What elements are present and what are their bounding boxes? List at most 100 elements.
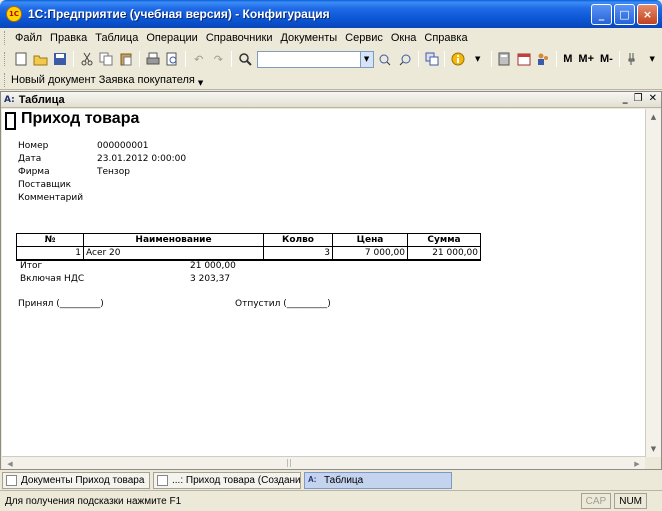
scroll-down-icon[interactable]: ▼ — [648, 443, 659, 455]
open-folder-icon[interactable] — [33, 51, 49, 67]
cut-icon[interactable] — [79, 51, 95, 67]
save-icon[interactable] — [53, 51, 69, 67]
field-label-firm: Фирма — [18, 167, 50, 177]
toolbar-separator — [185, 51, 186, 67]
toolbar-separator — [73, 51, 75, 67]
menu-file[interactable]: Файл — [11, 32, 46, 44]
standard-toolbar: ↶ ↷ ▼ ▼ М М+ М- ▼ — [0, 48, 662, 70]
window-tab-label: ...: Приход товара (Создани... — [172, 475, 301, 486]
minimize-button[interactable]: _ — [591, 4, 612, 25]
document-list-icon — [6, 475, 17, 486]
child-restore-button[interactable]: ❐ — [634, 93, 643, 104]
menu-service[interactable]: Сервис — [341, 32, 387, 44]
horizontal-scrollbar[interactable]: ◀ ▶ — [2, 456, 645, 469]
new-document-button[interactable]: Новый документ Заявка покупателя — [11, 74, 195, 86]
calculator-icon[interactable] — [497, 51, 513, 67]
toolbar-grip[interactable] — [4, 52, 7, 66]
table-window-title: Таблица — [18, 93, 65, 106]
toolbar-grip[interactable] — [4, 72, 7, 87]
paste-icon[interactable] — [118, 51, 134, 67]
vertical-scrollbar[interactable]: ▲ ▼ — [645, 109, 661, 457]
menu-table[interactable]: Таблица — [91, 32, 142, 44]
document-toolbar: Новый документ Заявка покупателя ▼ — [0, 70, 662, 90]
spreadsheet-icon: A: — [308, 475, 317, 484]
scroll-right-icon[interactable]: ▶ — [631, 458, 643, 469]
field-value-firm: Тензор — [97, 167, 130, 177]
field-label-number: Номер — [18, 141, 49, 151]
print-icon[interactable] — [145, 51, 161, 67]
toolbar-separator — [490, 51, 492, 67]
menu-operations[interactable]: Операции — [142, 32, 201, 44]
memory-button[interactable]: М — [563, 53, 572, 65]
table-cell: 3 — [263, 246, 333, 260]
scroll-up-icon[interactable]: ▲ — [648, 111, 659, 123]
title-bar: 1C 1С:Предприятие (учебная версия) - Кон… — [0, 0, 662, 28]
menu-help[interactable]: Справка — [420, 32, 471, 44]
window-tab-documents[interactable]: Документы Приход товара — [2, 472, 150, 489]
menu-windows[interactable]: Окна — [387, 32, 421, 44]
table-window-titlebar: A: Таблица _ ❐ ✕ — [1, 92, 661, 108]
users-icon[interactable] — [536, 51, 552, 67]
copy-icon[interactable] — [99, 51, 115, 67]
info-icon[interactable] — [450, 51, 466, 67]
spreadsheet-area[interactable]: Приход товара Номер 000000001 Дата 23.01… — [2, 109, 645, 457]
toolbar-separator — [444, 51, 446, 67]
table-window: A: Таблица _ ❐ ✕ Приход товара Номер 000… — [0, 91, 662, 470]
find-next-icon[interactable] — [378, 51, 394, 67]
field-label-comment: Комментарий — [18, 193, 84, 203]
scroll-thumb-grip[interactable] — [287, 459, 291, 467]
window-tab-table[interactable]: A: Таблица — [304, 472, 452, 489]
menu-bar: Файл Правка Таблица Операции Справочники… — [0, 28, 662, 48]
toolbar-separator — [138, 51, 140, 67]
chevron-down-icon[interactable]: ▼ — [198, 79, 203, 87]
chevron-down-icon[interactable]: ▼ — [470, 51, 486, 67]
column-header: Сумма — [407, 233, 481, 247]
menu-catalogs[interactable]: Справочники — [202, 32, 277, 44]
window-tab-document-form[interactable]: ...: Приход товара (Создани... — [153, 472, 301, 489]
search-dropdown-icon[interactable]: ▼ — [359, 51, 373, 67]
scroll-left-icon[interactable]: ◀ — [4, 458, 16, 469]
find-previous-icon[interactable] — [397, 51, 413, 67]
document-title: Приход товара — [21, 110, 140, 127]
toolbar-separator — [417, 51, 419, 67]
total-value: 21 000,00 — [190, 261, 236, 271]
document-form-icon — [157, 475, 168, 486]
memory-minus-button[interactable]: М- — [600, 53, 613, 65]
memory-plus-button[interactable]: М+ — [578, 53, 594, 65]
undo-icon[interactable]: ↶ — [191, 51, 207, 67]
active-cell-cursor — [5, 112, 16, 130]
maximize-button[interactable]: □ — [614, 4, 635, 25]
tools-icon[interactable] — [625, 51, 641, 67]
redo-icon[interactable]: ↷ — [211, 51, 227, 67]
search-icon[interactable] — [237, 51, 253, 67]
menu-documents[interactable]: Документы — [276, 32, 341, 44]
menu-edit[interactable]: Правка — [46, 32, 91, 44]
chevron-down-icon[interactable]: ▼ — [644, 51, 660, 67]
search-input[interactable]: ▼ — [256, 50, 374, 68]
calendar-icon[interactable] — [516, 51, 532, 67]
field-label-date: Дата — [18, 154, 42, 164]
total-label: Итог — [20, 261, 43, 271]
field-value-date: 23.01.2012 0:00:00 — [97, 154, 187, 164]
status-bar: Для получения подсказки нажмите F1 CAP N… — [0, 490, 662, 511]
window-title: 1С:Предприятие (учебная версия) - Конфиг… — [28, 7, 330, 21]
toolbar-separator — [618, 51, 620, 67]
new-document-icon[interactable] — [13, 51, 29, 67]
toolbar-grip[interactable] — [4, 31, 7, 45]
toolbar-separator — [231, 51, 233, 67]
child-close-button[interactable]: ✕ — [649, 93, 657, 104]
windows-icon[interactable] — [424, 51, 440, 67]
toolbar-separator — [556, 51, 558, 67]
table-header-row: № Наименование Колво Цена Сумма — [16, 233, 481, 247]
close-button[interactable]: × — [637, 4, 658, 25]
column-header: Цена — [332, 233, 408, 247]
table-cell: Acer 20 — [83, 246, 264, 260]
field-label-supplier: Поставщик — [18, 180, 72, 190]
column-header: Колво — [263, 233, 333, 247]
child-minimize-button[interactable]: _ — [623, 93, 628, 104]
app-logo-icon[interactable]: 1C — [6, 6, 22, 22]
status-hint: Для получения подсказки нажмите F1 — [5, 495, 182, 507]
print-preview-icon[interactable] — [164, 51, 180, 67]
table-cell: 21 000,00 — [407, 246, 481, 260]
vat-value: 3 203,37 — [190, 274, 231, 284]
